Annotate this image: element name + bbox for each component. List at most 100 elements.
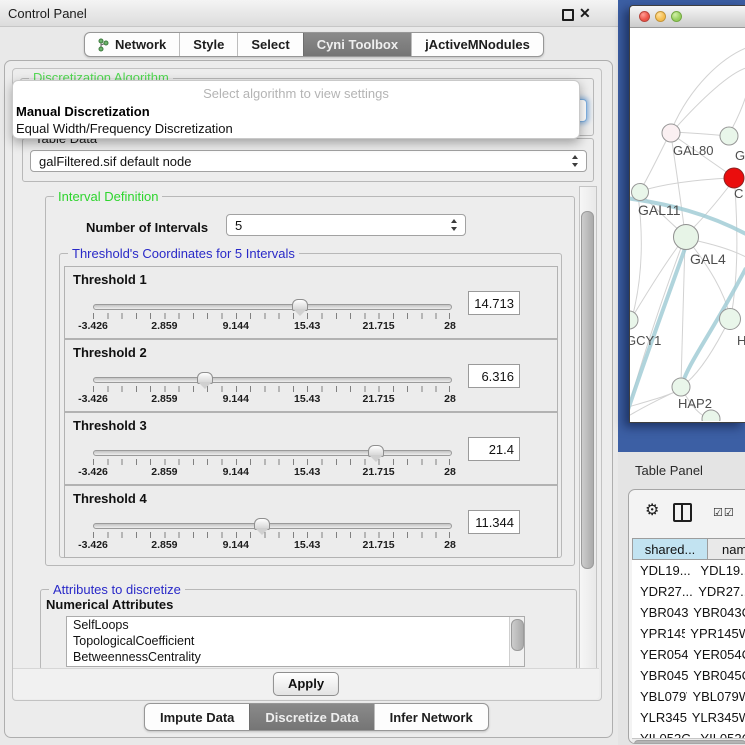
- list-scrollbar[interactable]: [509, 617, 524, 666]
- interval-definition-group: Interval Definition Number of Intervals …: [45, 196, 575, 566]
- bottom-tab-bar: Impute Data Discretize Data Infer Networ…: [144, 703, 489, 731]
- popup-option-manual-discretization[interactable]: Manual Discretization: [13, 101, 579, 119]
- columns-icon[interactable]: [673, 503, 692, 522]
- network-window-titlebar[interactable]: [630, 6, 745, 28]
- threshold-2-slider[interactable]: [93, 377, 452, 383]
- node-label: C: [734, 186, 743, 201]
- tab-infer-network[interactable]: Infer Network: [374, 704, 488, 730]
- tab-label: Network: [115, 37, 166, 52]
- popup-option-equal-width-frequency[interactable]: Equal Width/Frequency Discretization: [13, 119, 579, 136]
- table-horizontal-scrollbar[interactable]: [632, 738, 745, 744]
- tab-jactivemnodules[interactable]: jActiveMNodules: [411, 33, 543, 56]
- table-row[interactable]: YBR043CYBR043C: [632, 602, 745, 623]
- list-item[interactable]: TopologicalCoefficient: [67, 633, 524, 649]
- slider-ticks: [93, 386, 450, 392]
- table-row[interactable]: YLR345WYLR345W: [632, 707, 745, 728]
- column-header-shared-name[interactable]: shared...: [632, 538, 708, 560]
- node-label: GCY1: [630, 333, 661, 348]
- tab-network[interactable]: Network: [85, 33, 179, 56]
- close-icon[interactable]: ✕: [579, 5, 591, 22]
- attributes-group: Attributes to discretize Numerical Attri…: [40, 589, 577, 670]
- tab-discretize-data[interactable]: Discretize Data: [249, 704, 373, 730]
- threshold-1-slider[interactable]: [93, 304, 452, 310]
- node-gal80: [662, 124, 680, 142]
- table-panel-title: Table Panel: [635, 463, 703, 478]
- table-row[interactable]: YDR27...YDR27...: [632, 581, 745, 602]
- table-data-combobox[interactable]: galFiltered.sif default node: [30, 150, 587, 172]
- threshold-3-label: Threshold 3: [73, 418, 147, 433]
- number-of-intervals-label: Number of Intervals: [86, 220, 208, 235]
- slider-ticks: [93, 313, 450, 319]
- tab-cyni-toolbox[interactable]: Cyni Toolbox: [303, 33, 411, 56]
- algorithm-dropdown-popup: Select algorithm to view settings Manual…: [12, 80, 580, 139]
- tab-select[interactable]: Select: [237, 33, 302, 56]
- number-of-intervals-combobox[interactable]: 5: [226, 214, 466, 236]
- threshold-3-value-field[interactable]: 21.4: [468, 437, 520, 461]
- table-row[interactable]: YBR045CYBR045C: [632, 665, 745, 686]
- node-label: GAL11: [638, 202, 681, 218]
- node-bottom-partial: [702, 410, 720, 421]
- table-row[interactable]: YBL079WYBL079W: [632, 686, 745, 707]
- node-label: GAL80: [673, 143, 713, 158]
- node-label: GA: [735, 148, 745, 163]
- table-row[interactable]: YIL052CYIL052C: [632, 728, 745, 738]
- spinner-arrows-icon: [572, 155, 579, 167]
- scrollbar-thumb[interactable]: [581, 211, 594, 569]
- threshold-4-value-field[interactable]: 11.344: [468, 510, 520, 534]
- float-window-icon[interactable]: [562, 9, 574, 21]
- apply-button[interactable]: Apply: [273, 672, 339, 696]
- table-row[interactable]: YDL19...YDL19...: [632, 560, 745, 581]
- node-label: GAL4: [690, 251, 726, 267]
- numerical-attributes-list[interactable]: SelfLoops TopologicalCoefficient Between…: [66, 616, 525, 667]
- node-table-panel: ⚙ ☑☑ shared... name YDL19...YDL19... YDR…: [628, 489, 745, 744]
- slider-handle[interactable]: [368, 445, 384, 457]
- slider-handle[interactable]: [292, 299, 308, 311]
- group-title: Attributes to discretize: [49, 582, 185, 597]
- list-item[interactable]: SelfLoops: [67, 617, 524, 633]
- threshold-4-slider[interactable]: [93, 523, 452, 529]
- threshold-4-label: Threshold 4: [73, 491, 147, 506]
- slider-ticks: [93, 459, 450, 465]
- node-h: [720, 309, 741, 330]
- threshold-1-value-field[interactable]: 14.713: [468, 291, 520, 315]
- group-title: Threshold's Coordinates for 5 Intervals: [68, 246, 299, 261]
- network-canvas[interactable]: GAL80 GA GAL11 GAL4 GCY1 H HAP2 C: [630, 28, 745, 421]
- minimize-traffic-light-icon[interactable]: [655, 11, 666, 22]
- scrollbar-thumb[interactable]: [634, 740, 745, 744]
- tab-style[interactable]: Style: [179, 33, 237, 56]
- table-row[interactable]: YER054CYER054C: [632, 644, 745, 665]
- table-row[interactable]: YPR145WYPR145W: [632, 623, 745, 644]
- node-red: [724, 168, 744, 188]
- main-scrollbar[interactable]: [579, 186, 597, 669]
- table-panel-region: Table Panel ⚙ ☑☑ shared... name YDL19...…: [618, 452, 745, 745]
- checkbox-icons[interactable]: ☑☑: [713, 506, 735, 519]
- column-header-name[interactable]: name: [707, 538, 745, 560]
- threshold-3-slider[interactable]: [93, 450, 452, 456]
- threshold-1-block: Threshold 1 -3.426 2.859 9.144 15.43 21.…: [64, 266, 558, 339]
- slider-handle[interactable]: [254, 518, 270, 530]
- group-title: Interval Definition: [54, 189, 162, 204]
- slider-handle[interactable]: [197, 372, 213, 384]
- threshold-1-label: Threshold 1: [73, 272, 147, 287]
- threshold-4-block: Threshold 4 -3.426 2.859 9.144 15.43 21.…: [64, 485, 558, 558]
- zoom-traffic-light-icon[interactable]: [671, 11, 682, 22]
- node-top-right: [720, 127, 738, 145]
- table-body: YDL19...YDL19... YDR27...YDR27... YBR043…: [632, 560, 745, 738]
- control-panel-titlebar: Control Panel ✕: [0, 0, 618, 27]
- node-gal11: [632, 184, 649, 201]
- threshold-3-block: Threshold 3 -3.426 2.859 9.144 15.43 21.…: [64, 412, 558, 485]
- numerical-attributes-label: Numerical Attributes: [46, 597, 173, 612]
- panel-title: Control Panel: [8, 6, 87, 21]
- node-label: H: [737, 333, 745, 348]
- tab-impute-data[interactable]: Impute Data: [145, 704, 249, 730]
- threshold-2-label: Threshold 2: [73, 345, 147, 360]
- spinner-arrows-icon: [451, 219, 458, 231]
- threshold-2-value-field[interactable]: 6.316: [468, 364, 520, 388]
- close-traffic-light-icon[interactable]: [639, 11, 650, 22]
- top-tab-bar: Network Style Select Cyni Toolbox jActiv…: [84, 32, 544, 57]
- gear-icon[interactable]: ⚙: [645, 503, 659, 519]
- threshold-2-block: Threshold 2 -3.426 2.859 9.144 15.43 21.…: [64, 339, 558, 412]
- node-gcy1: [630, 311, 638, 329]
- list-item[interactable]: BetweennessCentrality: [67, 649, 524, 665]
- scrollbar-thumb[interactable]: [511, 619, 524, 651]
